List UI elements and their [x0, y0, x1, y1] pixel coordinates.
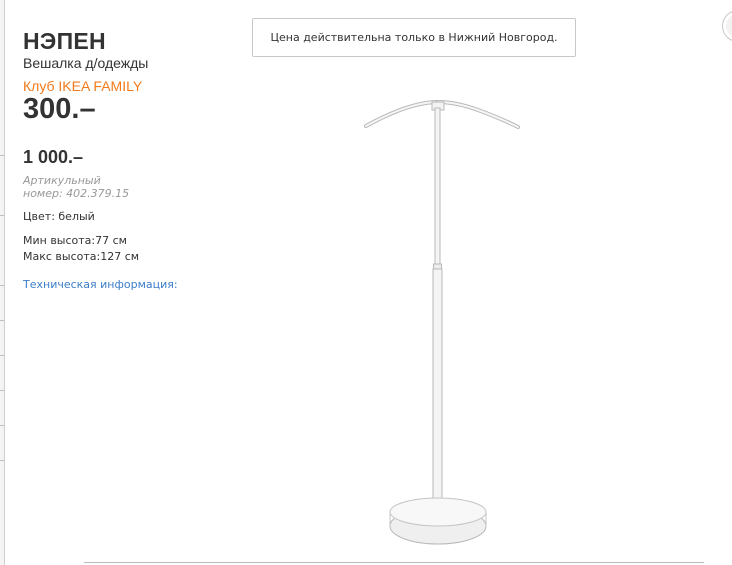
article-label: Артикульный — [23, 174, 101, 187]
technical-info-link[interactable]: Техническая информация: — [23, 278, 178, 292]
edge-tick — [0, 390, 4, 391]
hanger-arm — [364, 100, 520, 129]
regular-price: 1 000.– — [23, 147, 84, 167]
min-height: Мин высота:77 см — [23, 234, 127, 247]
price-notice: Цена действительна только в Нижний Новго… — [252, 18, 576, 57]
left-panel-edge — [0, 0, 5, 565]
product-name: НЭПЕН — [23, 28, 106, 54]
circle-button[interactable] — [722, 10, 732, 42]
product-color: Цвет: белый — [23, 210, 95, 223]
edge-tick — [0, 155, 4, 156]
family-price: 300.– — [23, 93, 96, 125]
stand-base — [389, 497, 487, 545]
stand-pole — [432, 107, 443, 515]
edge-tick — [0, 215, 4, 216]
price-notice-text: Цена действительна только в Нижний Новго… — [270, 31, 558, 44]
edge-tick — [0, 285, 4, 286]
edge-tick — [0, 320, 4, 321]
article-number: номер: 402.379.15 — [23, 187, 130, 200]
product-type: Вешалка д/одежды — [23, 55, 149, 71]
clothes-stand-image — [364, 100, 520, 545]
dimensions: Мин высота:77 см Макс высота:127 см — [23, 233, 223, 265]
bottom-divider — [84, 562, 704, 563]
edge-tick — [0, 460, 4, 461]
edge-tick — [0, 425, 4, 426]
edge-tick — [0, 355, 4, 356]
max-height: Макс высота:127 см — [23, 250, 140, 263]
product-info: НЭПЕН Вешалка д/одежды Клуб IKEA FAMILY … — [23, 28, 223, 292]
